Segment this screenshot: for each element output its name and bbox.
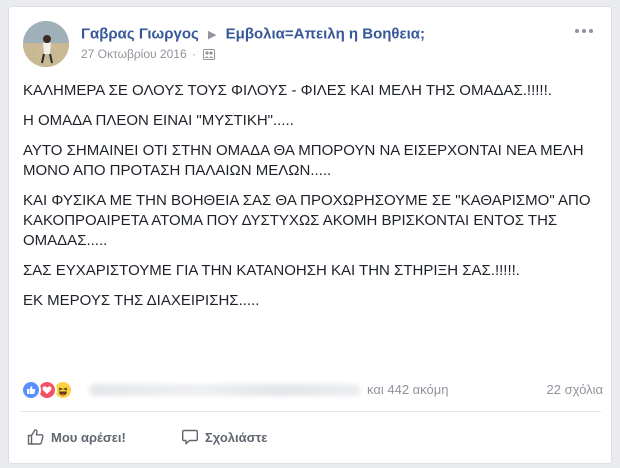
- group-name[interactable]: Εμβολια=Απειλη η Βοηθεια;: [226, 26, 425, 43]
- caret-right-icon: ▶: [208, 28, 217, 41]
- thumbs-up-icon: [27, 429, 44, 445]
- comment-icon: [182, 429, 198, 445]
- comment-button-label: Σχολιάστε: [205, 429, 268, 445]
- post-card: Γαβρας Γιωργος ▶ Εμβολια=Απειλη η Βοηθει…: [8, 6, 612, 464]
- comment-button[interactable]: Σχολιάστε: [181, 425, 267, 449]
- blurred-reactor-names: [89, 384, 361, 396]
- like-button-label: Μου αρέσει!: [51, 429, 126, 445]
- more-options-icon[interactable]: [575, 25, 593, 37]
- like-icon[interactable]: [21, 380, 41, 400]
- avatar-image: [23, 21, 69, 67]
- avatar[interactable]: [23, 21, 69, 67]
- post-paragraph: ΣΑΣ ΕΥΧΑΡΙΣΤΟΥΜΕ ΓΙΑ ΤΗΝ ΚΑΤΑΝΟΗΣΗ ΚΑΙ Τ…: [23, 262, 520, 279]
- post-body: ΚΑΛΗΜΕΡΑ ΣΕ ΟΛΟΥΣ ΤΟΥΣ ΦΙΛΟΥΣ - ΦΙΛΕΣ ΚΑ…: [23, 81, 603, 321]
- comments-count[interactable]: 22 σχόλια: [547, 382, 603, 397]
- post-date[interactable]: 27 Οκτωβρίου 2016: [81, 47, 187, 61]
- post-header: Γαβρας Γιωργος ▶ Εμβολια=Απειλη η Βοηθει…: [23, 21, 593, 71]
- reactions-count[interactable]: και 442 ακόμη: [367, 382, 448, 397]
- reaction-icons[interactable]: [21, 380, 81, 400]
- like-button[interactable]: Μου αρέσει!: [27, 425, 126, 449]
- post-paragraph: ΚΑΙ ΦΥΣΙΚΑ ΜΕ ΤΗΝ ΒΟΗΘΕΙΑ ΣΑΣ ΘΑ ΠΡΟΧΩΡΗ…: [23, 192, 591, 249]
- author-name[interactable]: Γαβρας Γιωργος: [81, 26, 199, 43]
- post-meta: 27 Οκτωβρίου 2016 ·: [81, 47, 216, 63]
- action-bar: Μου αρέσει! Σχολιάστε: [21, 425, 601, 449]
- divider: [21, 411, 601, 412]
- post-paragraph: ΑΥΤΟ ΣΗΜΑΙΝΕΙ ΟΤΙ ΣΤΗΝ ΟΜΑΔΑ ΘΑ ΜΠΟΡΟΥΝ …: [23, 142, 584, 179]
- reactions-bar: και 442 ακόμη 22 σχόλια: [21, 379, 603, 401]
- post-title-line: Γαβρας Γιωργος ▶ Εμβολια=Απειλη η Βοηθει…: [81, 25, 425, 43]
- group-icon: [203, 49, 216, 63]
- post-paragraph: ΚΑΛΗΜΕΡΑ ΣΕ ΟΛΟΥΣ ΤΟΥΣ ΦΙΛΟΥΣ - ΦΙΛΕΣ ΚΑ…: [23, 82, 552, 99]
- post-paragraph: Η ΟΜΑΔΑ ΠΛΕΟΝ ΕΙΝΑΙ "ΜΥΣΤΙΚΗ".....: [23, 112, 294, 129]
- meta-separator: ·: [191, 47, 196, 61]
- post-paragraph: ΕΚ ΜΕΡΟΥΣ ΤΗΣ ΔΙΑΧΕΙΡΙΣΗΣ.....: [23, 292, 260, 309]
